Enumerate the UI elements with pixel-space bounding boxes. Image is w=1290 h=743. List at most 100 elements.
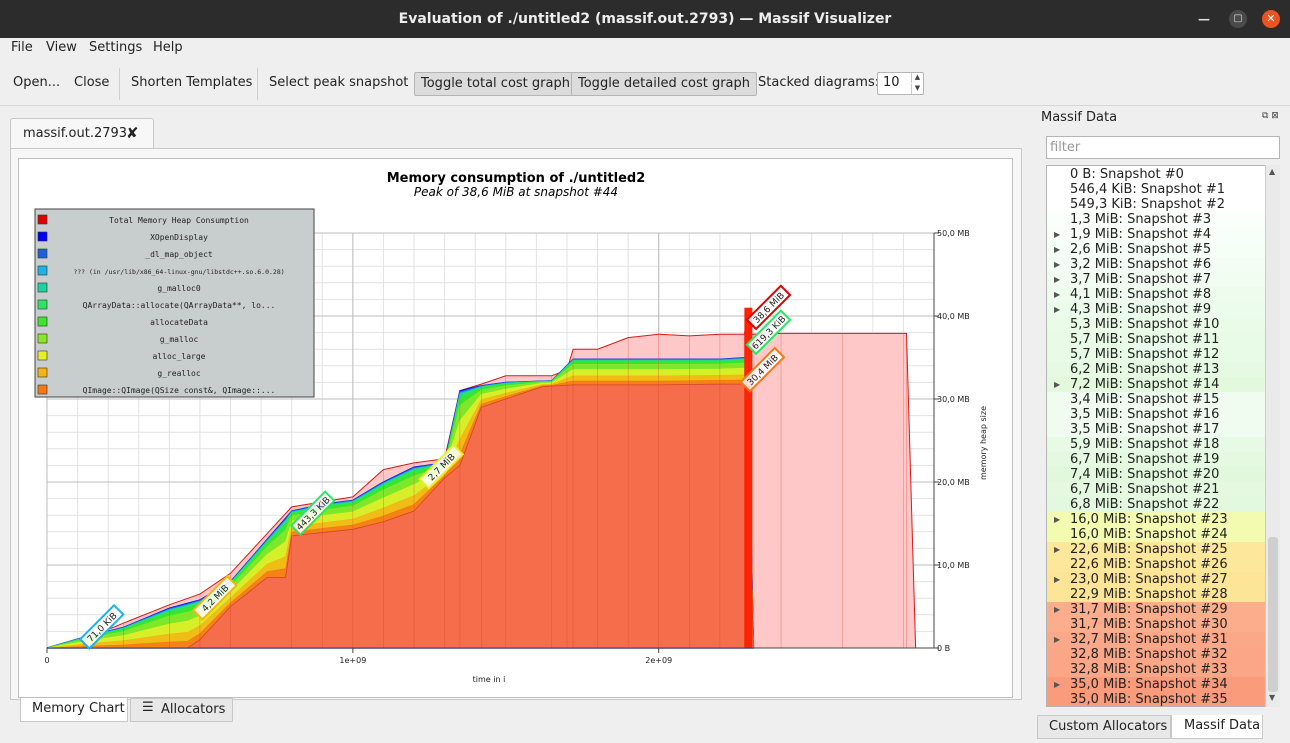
list-item-label: 16,0 MiB: Snapshot #23 — [1070, 512, 1228, 527]
menubar: File View Settings Help — [0, 38, 1290, 58]
spin-down-icon[interactable]: ▼ — [911, 84, 923, 94]
chart-title: Memory consumption of ./untitled2 — [387, 171, 646, 186]
list-item[interactable]: ▶ 4,3 MiB: Snapshot #9 — [1047, 302, 1266, 317]
scrollbar-thumb[interactable] — [1268, 537, 1278, 692]
list-item[interactable]: ▶ 4,1 MiB: Snapshot #8 — [1047, 287, 1266, 302]
list-item[interactable]: 22,6 MiB: Snapshot #26 — [1047, 557, 1266, 572]
stacked-diagrams-spinbox[interactable]: 10 ▲ ▼ — [877, 72, 924, 95]
tab-massif-data[interactable]: Massif Data — [1171, 715, 1263, 739]
list-item[interactable]: 5,7 MiB: Snapshot #11 — [1047, 332, 1266, 347]
expand-arrow-icon[interactable]: ▶ — [1054, 677, 1060, 692]
close-tab-icon[interactable]: ✘ — [126, 124, 139, 142]
list-item[interactable]: 3,5 MiB: Snapshot #16 — [1047, 407, 1266, 422]
shorten-templates-button[interactable]: Shorten Templates — [125, 72, 258, 96]
list-item[interactable]: 7,4 MiB: Snapshot #20 — [1047, 467, 1266, 482]
y-axis-label: memory heap size — [979, 406, 988, 480]
x-axis-label: time in i — [473, 675, 506, 684]
open-button[interactable]: Open... — [7, 72, 66, 96]
list-item[interactable]: 3,5 MiB: Snapshot #17 — [1047, 422, 1266, 437]
expand-arrow-icon[interactable]: ▶ — [1054, 272, 1060, 287]
legend-swatch — [37, 248, 48, 259]
expand-arrow-icon[interactable]: ▶ — [1054, 572, 1060, 587]
tab-memory-chart[interactable]: Memory Chart — [20, 698, 128, 722]
list-item[interactable]: 22,9 MiB: Snapshot #28 — [1047, 587, 1266, 602]
document-tab-label: massif.out.2793 — [23, 126, 128, 141]
list-icon: ☰ — [142, 700, 154, 715]
list-item[interactable]: ▶ 7,2 MiB: Snapshot #14 — [1047, 377, 1266, 392]
list-item[interactable]: ▶ 1,9 MiB: Snapshot #4 — [1047, 227, 1266, 242]
minimize-icon[interactable]: — — [1195, 10, 1213, 28]
list-item[interactable]: ▶ 35,0 MiB: Snapshot #34 — [1047, 677, 1266, 692]
legend-entry: alloc_large — [153, 352, 206, 361]
list-item-label: 31,7 MiB: Snapshot #29 — [1070, 602, 1228, 617]
window-titlebar: Evaluation of ./untitled2 (massif.out.27… — [0, 0, 1290, 38]
spin-up-icon[interactable]: ▲ — [911, 73, 923, 83]
list-item[interactable]: ▶ 23,0 MiB: Snapshot #27 — [1047, 572, 1266, 587]
list-item[interactable]: 32,8 MiB: Snapshot #33 — [1047, 662, 1266, 677]
legend-entry: g_malloc — [160, 335, 199, 344]
document-tab[interactable]: massif.out.2793 ✘ — [10, 118, 154, 148]
list-item[interactable]: 6,2 MiB: Snapshot #13 — [1047, 362, 1266, 377]
menu-file[interactable]: File — [11, 40, 33, 55]
snapshot-list-scrollbar[interactable]: ▲ ▼ — [1265, 165, 1280, 707]
list-item[interactable]: 5,7 MiB: Snapshot #12 — [1047, 347, 1266, 362]
list-item[interactable]: 6,8 MiB: Snapshot #22 — [1047, 497, 1266, 512]
list-item-label: 35,0 MiB: Snapshot #34 — [1070, 677, 1228, 692]
list-item-label: 3,5 MiB: Snapshot #17 — [1070, 422, 1220, 437]
list-item[interactable]: ▶ 31,7 MiB: Snapshot #29 — [1047, 602, 1266, 617]
list-item[interactable]: 0 B: Snapshot #0 — [1047, 167, 1266, 182]
list-item[interactable]: ▶ 22,6 MiB: Snapshot #25 — [1047, 542, 1266, 557]
expand-arrow-icon[interactable]: ▶ — [1054, 227, 1060, 242]
list-item[interactable]: 3,4 MiB: Snapshot #15 — [1047, 392, 1266, 407]
expand-arrow-icon[interactable]: ▶ — [1054, 242, 1060, 257]
tab-custom-allocators[interactable]: Custom Allocators — [1037, 715, 1171, 739]
list-item[interactable]: ▶ 16,0 MiB: Snapshot #23 — [1047, 512, 1266, 527]
memory-chart[interactable]: 0 1e+09 2e+09 0 B 10,0 MB 20,0 MB 30,0 MB 40,0 … — [18, 158, 1013, 698]
list-item[interactable]: 6,7 MiB: Snapshot #21 — [1047, 482, 1266, 497]
expand-arrow-icon[interactable]: ▶ — [1054, 257, 1060, 272]
list-item-label: 32,8 MiB: Snapshot #32 — [1070, 647, 1228, 662]
scroll-up-icon[interactable]: ▲ — [1269, 167, 1275, 176]
list-item-label: 22,6 MiB: Snapshot #26 — [1070, 557, 1228, 572]
list-item[interactable]: 31,7 MiB: Snapshot #30 — [1047, 617, 1266, 632]
expand-arrow-icon[interactable]: ▶ — [1054, 632, 1060, 647]
expand-arrow-icon[interactable]: ▶ — [1054, 377, 1060, 392]
list-item[interactable]: 35,0 MiB: Snapshot #35 — [1047, 692, 1266, 706]
list-item[interactable]: ▶ 2,6 MiB: Snapshot #5 — [1047, 242, 1266, 257]
dock-float-close-icons[interactable]: ⧉ ⊠ — [1262, 111, 1279, 121]
expand-arrow-icon[interactable]: ▶ — [1054, 542, 1060, 557]
list-item[interactable]: 549,3 KiB: Snapshot #2 — [1047, 197, 1266, 212]
expand-arrow-icon[interactable]: ▶ — [1054, 602, 1060, 617]
list-item[interactable]: ▶ 3,2 MiB: Snapshot #6 — [1047, 257, 1266, 272]
list-item[interactable]: 6,7 MiB: Snapshot #19 — [1047, 452, 1266, 467]
list-item[interactable]: 32,8 MiB: Snapshot #32 — [1047, 647, 1266, 662]
close-button[interactable]: Close — [68, 72, 115, 96]
list-item[interactable]: 5,9 MiB: Snapshot #18 — [1047, 437, 1266, 452]
legend-entry: QImage::QImage(QSize const&, QImage::... — [83, 386, 276, 395]
list-item[interactable]: 1,3 MiB: Snapshot #3 — [1047, 212, 1266, 227]
select-peak-snapshot-button[interactable]: Select peak snapshot — [263, 72, 414, 96]
list-item-label: 5,3 MiB: Snapshot #10 — [1070, 317, 1220, 332]
snapshot-list[interactable]: 0 B: Snapshot #0 546,4 KiB: Snapshot #1 54… — [1046, 165, 1280, 707]
list-item[interactable]: ▶ 3,7 MiB: Snapshot #7 — [1047, 272, 1266, 287]
list-item[interactable]: 5,3 MiB: Snapshot #10 — [1047, 317, 1266, 332]
menu-settings[interactable]: Settings — [89, 40, 142, 55]
toggle-total-cost-button[interactable]: Toggle total cost graph — [414, 72, 577, 96]
legend-swatch — [37, 214, 48, 225]
maximize-icon[interactable]: ▢ — [1229, 10, 1247, 28]
expand-arrow-icon[interactable]: ▶ — [1054, 302, 1060, 317]
list-item[interactable]: 16,0 MiB: Snapshot #24 — [1047, 527, 1266, 542]
menu-view[interactable]: View — [46, 40, 77, 55]
window-title: Evaluation of ./untitled2 (massif.out.27… — [398, 11, 892, 27]
scroll-down-icon[interactable]: ▼ — [1269, 693, 1275, 702]
toggle-detailed-cost-button[interactable]: Toggle detailed cost graph — [571, 72, 758, 96]
list-item-label: 3,7 MiB: Snapshot #7 — [1070, 272, 1212, 287]
list-item[interactable]: ▶ 32,7 MiB: Snapshot #31 — [1047, 632, 1266, 647]
expand-arrow-icon[interactable]: ▶ — [1054, 512, 1060, 527]
x-tick-label: 2e+09 — [645, 656, 672, 665]
expand-arrow-icon[interactable]: ▶ — [1054, 287, 1060, 302]
close-window-icon[interactable]: ✕ — [1262, 10, 1280, 28]
menu-help[interactable]: Help — [153, 40, 183, 55]
filter-input[interactable]: filter — [1046, 136, 1280, 159]
list-item[interactable]: 546,4 KiB: Snapshot #1 — [1047, 182, 1266, 197]
